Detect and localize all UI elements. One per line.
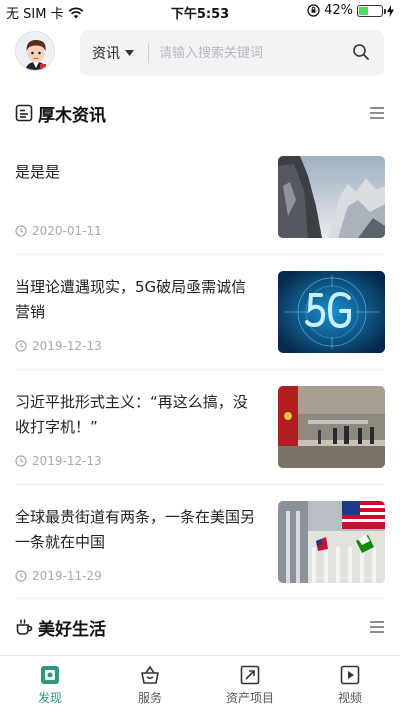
news-title: 当理论遭遇现实，5G破局亟需诚信营销 xyxy=(15,278,247,321)
menu-icon[interactable] xyxy=(370,621,384,633)
clock-icon xyxy=(15,340,27,352)
tab-discover[interactable]: 发现 xyxy=(0,656,100,710)
stock-exchange-flags-image xyxy=(278,501,385,583)
status-right: 42% xyxy=(307,3,394,18)
divider xyxy=(15,254,385,255)
cup-icon xyxy=(16,619,33,635)
5g-graphic-image xyxy=(278,271,385,353)
clock-icon xyxy=(15,225,27,237)
news-item[interactable]: 是是是 2020-01-11 xyxy=(15,156,385,242)
news-date: 2019-12-13 xyxy=(32,339,102,353)
user-cartoon-icon xyxy=(16,32,54,70)
search-input[interactable] xyxy=(149,45,339,61)
external-link-icon xyxy=(240,665,260,685)
news-date-row: 2019-11-29 xyxy=(15,569,102,583)
search-icon[interactable] xyxy=(352,43,370,61)
tab-label: 服务 xyxy=(137,691,162,705)
mountain-landscape-image xyxy=(278,156,385,238)
news-thumbnail xyxy=(278,501,385,583)
search-bar: 资讯 xyxy=(80,30,384,76)
divider xyxy=(15,484,385,485)
news-item[interactable]: 习近平批形式主义：“再这么搞，没收打字机！” 2019-12-13 xyxy=(15,386,385,472)
divider xyxy=(15,369,385,370)
tab-asset-projects[interactable]: 资产项目 xyxy=(200,656,300,710)
news-thumbnail xyxy=(278,156,385,238)
section-title-life: 美好生活 xyxy=(38,620,106,640)
battery-level xyxy=(359,6,369,15)
news-date: 2019-11-29 xyxy=(32,569,102,583)
news-thumbnail xyxy=(278,386,385,468)
news-icon xyxy=(15,104,33,122)
clock-icon xyxy=(15,570,27,582)
news-date-row: 2020-01-11 xyxy=(15,224,102,238)
news-title: 习近平批形式主义：“再这么搞，没收打字机！” xyxy=(15,393,248,436)
news-item[interactable]: 全球最贵街道有两条，一条在美国另一条就在中国 2019-11-29 xyxy=(15,501,385,587)
news-title: 全球最贵街道有两条，一条在美国另一条就在中国 xyxy=(15,508,256,551)
tab-services[interactable]: 服务 xyxy=(100,656,200,710)
meeting-hall-image xyxy=(278,386,385,468)
search-category-dropdown[interactable]: 资讯 xyxy=(80,30,134,76)
news-date-row: 2019-12-13 xyxy=(15,454,102,468)
battery-percent: 42% xyxy=(324,3,353,18)
tab-label: 视频 xyxy=(337,691,362,705)
basket-icon xyxy=(141,665,159,684)
news-date-row: 2019-12-13 xyxy=(15,339,102,353)
news-date: 2019-12-13 xyxy=(32,454,102,468)
news-title: 是是是 xyxy=(15,163,61,181)
orientation-lock-icon xyxy=(307,4,320,17)
discover-icon xyxy=(41,666,59,684)
section-title-news: 厚木资讯 xyxy=(38,106,106,126)
section-header-life: 美好生活 xyxy=(0,612,400,642)
menu-icon[interactable] xyxy=(370,107,384,119)
news-thumbnail xyxy=(278,271,385,353)
tab-video[interactable]: 视频 xyxy=(300,656,400,710)
status-bar: 无 SIM 卡 下午5:53 42% xyxy=(0,0,400,22)
caret-down-icon xyxy=(125,50,134,56)
avatar[interactable] xyxy=(15,31,55,71)
tab-label: 资产项目 xyxy=(225,691,274,705)
tab-label: 发现 xyxy=(37,691,62,705)
play-icon xyxy=(340,665,360,685)
tab-bar: 发现 服务 资产项目 视频 xyxy=(0,655,400,710)
battery-icon xyxy=(357,4,386,17)
search-category-label: 资讯 xyxy=(92,46,120,62)
header: 资讯 xyxy=(0,28,400,78)
news-date: 2020-01-11 xyxy=(32,224,102,238)
clock-icon xyxy=(15,455,27,467)
section-header-news: 厚木资讯 xyxy=(0,98,400,128)
divider xyxy=(15,598,385,599)
news-item[interactable]: 当理论遭遇现实，5G破局亟需诚信营销 2019-12-13 xyxy=(15,271,385,357)
charging-bolt-icon xyxy=(387,4,394,17)
